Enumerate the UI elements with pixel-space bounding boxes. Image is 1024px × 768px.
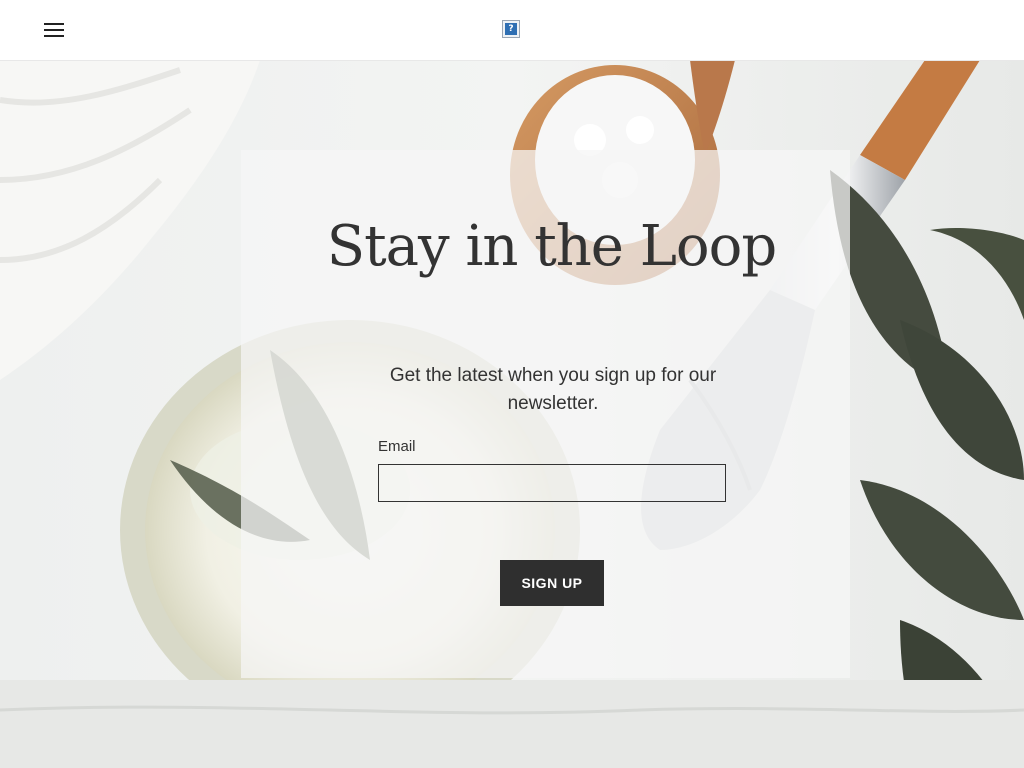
hamburger-line (44, 29, 64, 31)
newsletter-card: Stay in the Loop Get the latest when you… (241, 150, 850, 678)
signup-button[interactable]: SIGN UP (500, 560, 604, 606)
newsletter-title: Stay in the Loop (326, 214, 777, 279)
brush-handle (860, 60, 980, 180)
towel (0, 60, 260, 380)
email-input[interactable] (378, 464, 726, 502)
sage-leaf (860, 480, 1024, 620)
logo-glyph: ? (505, 23, 517, 35)
hamburger-line (44, 35, 64, 37)
sage-leaf (930, 228, 1024, 320)
sage-leaf (900, 320, 1024, 480)
newsletter-subtitle: Get the latest when you sign up for our … (389, 365, 717, 414)
email-label: Email (378, 438, 416, 455)
hamburger-menu-icon[interactable] (44, 23, 64, 37)
site-logo-icon[interactable]: ? (502, 20, 520, 38)
hamburger-line (44, 23, 64, 25)
site-header: ? (0, 0, 1024, 61)
